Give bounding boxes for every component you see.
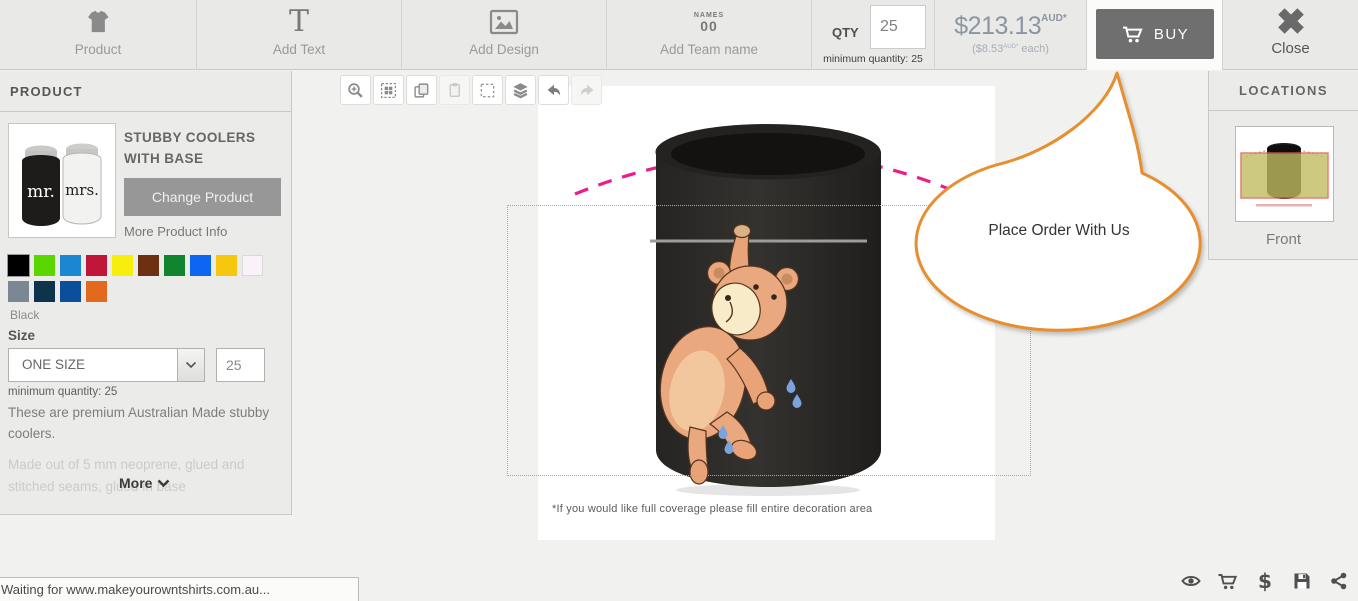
- cart-button[interactable]: [1217, 570, 1239, 592]
- price-currency: AUD*: [1041, 13, 1067, 24]
- chevron-down-icon: [157, 479, 170, 488]
- dollar-icon: $: [1258, 569, 1272, 593]
- qty-label: QTY: [832, 25, 859, 40]
- selected-color-name: Black: [10, 308, 39, 322]
- zoom-in-button[interactable]: [340, 75, 371, 105]
- size-select-value: ONE SIZE: [22, 357, 85, 372]
- undo-button[interactable]: [538, 75, 569, 105]
- canvas-toolbar: [340, 75, 602, 105]
- buy-button[interactable]: BUY: [1096, 9, 1214, 59]
- bottom-action-icons: $: [1180, 570, 1350, 592]
- tab-add-text[interactable]: T Add Text: [197, 0, 402, 70]
- qty-input[interactable]: [870, 5, 926, 49]
- chevron-down-icon: [177, 349, 204, 381]
- close-button[interactable]: Close: [1223, 0, 1358, 70]
- color-swatch[interactable]: [242, 255, 263, 276]
- save-button[interactable]: [1291, 570, 1313, 592]
- team-names-icon: NAMES00: [607, 5, 811, 39]
- grid-select-icon: [380, 82, 397, 99]
- more-product-info-link[interactable]: More Product Info: [124, 224, 227, 239]
- tab-add-team-name[interactable]: NAMES00 Add Team name: [607, 0, 812, 70]
- more-link[interactable]: More: [119, 475, 170, 491]
- color-swatch[interactable]: [216, 255, 237, 276]
- color-swatch[interactable]: [190, 255, 211, 276]
- dashed-rectangle-icon: [479, 82, 496, 99]
- locations-header: LOCATIONS: [1209, 71, 1358, 111]
- color-swatch[interactable]: [60, 281, 81, 302]
- color-swatches: [8, 255, 278, 302]
- speech-bubble-text: Place Order With Us: [959, 222, 1159, 240]
- color-swatch[interactable]: [138, 255, 159, 276]
- size-select[interactable]: ONE SIZE: [8, 348, 205, 382]
- product-description: These are premium Australian Made stubby…: [8, 402, 284, 444]
- tab-add-design-label: Add Design: [402, 42, 606, 57]
- decoration-area: [507, 205, 1031, 476]
- eye-icon: [1180, 571, 1202, 591]
- size-min-note: minimum quantity: 25: [8, 386, 117, 398]
- color-swatch[interactable]: [86, 281, 107, 302]
- marquee-button[interactable]: [472, 75, 503, 105]
- price-section: $213.13AUD* ($8.53AUD* each): [935, 0, 1087, 70]
- buy-section: BUY: [1087, 0, 1223, 70]
- product-panel-header: PRODUCT: [0, 71, 291, 112]
- location-front-label: Front: [1209, 231, 1358, 248]
- price-total: $213.13AUD*: [935, 12, 1086, 41]
- copy-icon: [413, 82, 430, 99]
- cart-icon: [1121, 24, 1145, 44]
- copy-button[interactable]: [406, 75, 437, 105]
- canvas-caption: *If you would like full coverage please …: [552, 503, 872, 515]
- close-label: Close: [1223, 40, 1358, 57]
- color-swatch[interactable]: [164, 255, 185, 276]
- tab-add-design[interactable]: Add Design: [402, 0, 607, 70]
- share-button[interactable]: [1328, 570, 1350, 592]
- size-label: Size: [8, 328, 35, 343]
- top-toolbar: Product T Add Text Add Design NAMES00 Ad…: [0, 0, 1358, 70]
- text-icon: T: [197, 5, 401, 39]
- pricing-button[interactable]: $: [1254, 570, 1276, 592]
- layers-icon: [512, 82, 529, 99]
- tab-add-text-label: Add Text: [197, 42, 401, 57]
- change-product-button[interactable]: Change Product: [124, 178, 281, 216]
- color-swatch[interactable]: [8, 255, 29, 276]
- magnifier-plus-icon: [347, 82, 364, 99]
- browser-status-bar: Waiting for www.makeyourowntshirts.com.a…: [0, 577, 359, 601]
- color-swatch[interactable]: [34, 255, 55, 276]
- preview-button[interactable]: [1180, 570, 1202, 592]
- color-swatch[interactable]: [8, 281, 29, 302]
- color-swatch[interactable]: [112, 255, 133, 276]
- tab-product-label: Product: [0, 42, 196, 57]
- svg-text:mr.: mr.: [27, 182, 55, 202]
- redo-icon: [578, 82, 596, 99]
- location-front-thumbnail[interactable]: [1235, 126, 1334, 222]
- select-all-button[interactable]: [373, 75, 404, 105]
- qty-min-note: minimum quantity: 25: [812, 53, 934, 65]
- locations-panel: LOCATIONS Front: [1208, 71, 1358, 260]
- price-each: ($8.53AUD* each): [935, 43, 1086, 55]
- color-swatch[interactable]: [86, 255, 107, 276]
- color-swatch[interactable]: [60, 255, 81, 276]
- qty-section: QTY minimum quantity: 25: [812, 0, 935, 70]
- undo-icon: [545, 82, 563, 99]
- product-title: STUBBY COOLERS WITH BASE: [124, 127, 255, 169]
- paste-button[interactable]: [439, 75, 470, 105]
- floppy-disk-icon: [1292, 571, 1312, 591]
- share-icon: [1329, 571, 1349, 591]
- color-swatch[interactable]: [34, 281, 55, 302]
- paste-icon: [446, 82, 463, 99]
- product-thumbnail[interactable]: mr. mrs.: [8, 123, 116, 238]
- tab-product[interactable]: Product: [0, 0, 197, 70]
- tshirt-icon: [0, 5, 196, 39]
- tab-add-team-name-label: Add Team name: [607, 42, 811, 57]
- layers-button[interactable]: [505, 75, 536, 105]
- cart-icon: [1217, 572, 1239, 591]
- product-panel: PRODUCT mr. mrs. STUBBY COOLERS WITH BAS…: [0, 71, 292, 515]
- size-qty-input[interactable]: [216, 348, 265, 382]
- redo-button[interactable]: [571, 75, 602, 105]
- image-icon: [402, 5, 606, 39]
- close-icon: [1223, 4, 1358, 38]
- buy-label: BUY: [1154, 26, 1189, 43]
- svg-text:mrs.: mrs.: [65, 181, 99, 199]
